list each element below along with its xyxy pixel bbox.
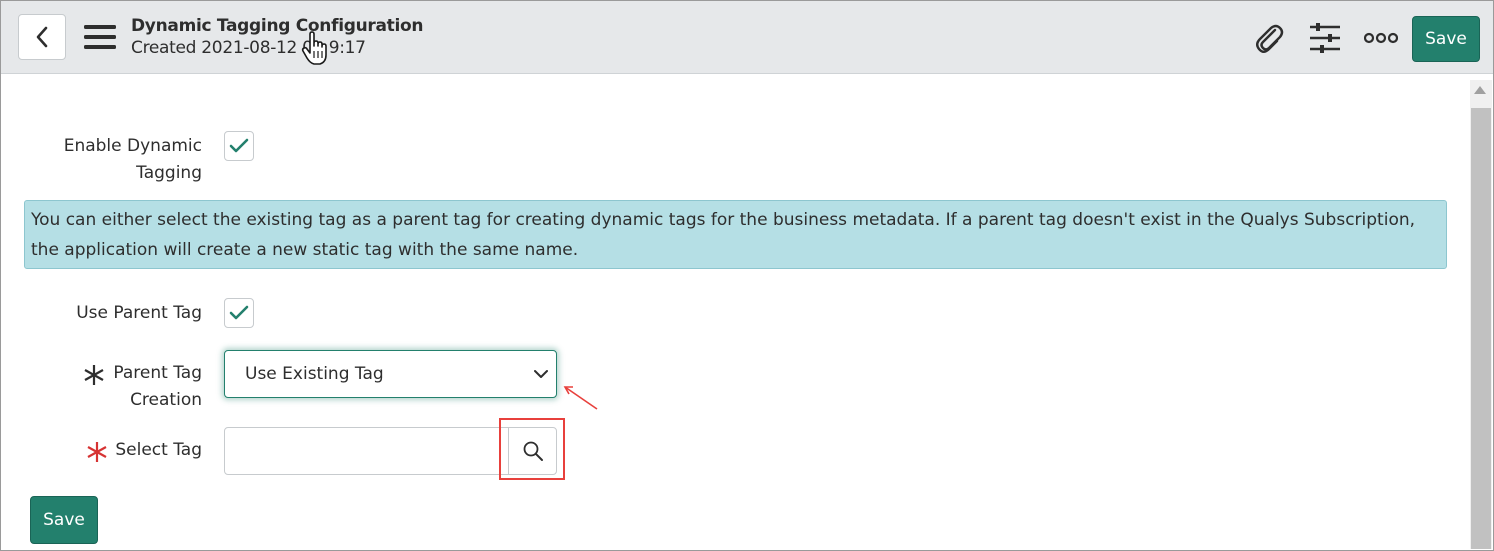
required-asterisk-icon: [87, 442, 107, 462]
form-header: Dynamic Tagging Configuration Created 20…: [1, 1, 1493, 74]
more-options-button[interactable]: [1364, 21, 1398, 55]
more-options-icon: [1364, 32, 1398, 44]
page-subtitle: Created 2021-08-12 0 9:17: [131, 38, 366, 58]
parent-tag-creation-label: Parent Tag Creation: [108, 360, 202, 414]
checkmark-icon: [229, 305, 249, 320]
attachment-button[interactable]: [1252, 21, 1286, 55]
scroll-up-arrow-icon[interactable]: [1474, 86, 1486, 94]
checkmark-icon: [229, 138, 249, 153]
sliders-icon: [1310, 23, 1340, 53]
back-button[interactable]: [18, 14, 66, 60]
mandatory-asterisk-icon: [84, 365, 104, 385]
chevron-down-icon: [534, 370, 548, 378]
select-tag-input[interactable]: [224, 427, 509, 475]
back-arrow-icon: [36, 26, 48, 48]
hamburger-menu-icon[interactable]: [84, 23, 116, 51]
use-parent-tag-checkbox[interactable]: [224, 298, 254, 328]
parent-tag-creation-label-line1: Parent Tag: [113, 363, 202, 383]
enable-dynamic-tagging-label: Enable Dynamic Tagging: [40, 133, 202, 187]
use-parent-tag-label: Use Parent Tag: [76, 303, 202, 323]
annotation-highlight-box: [499, 418, 565, 480]
scrollbar-thumb[interactable]: [1471, 108, 1491, 549]
paperclip-icon: [1256, 24, 1284, 53]
enable-dynamic-tagging-checkbox[interactable]: [224, 131, 254, 161]
select-tag-label: Select Tag: [115, 440, 202, 460]
subtitle-start: Created 2021-08-12 0: [131, 38, 313, 58]
subtitle-end: 9:17: [328, 38, 366, 58]
header-save-button[interactable]: Save: [1412, 16, 1480, 62]
hand-cursor-icon: [301, 31, 327, 65]
annotation-arrow-icon: [563, 386, 598, 410]
enable-dynamic-tagging-label-line2: Tagging: [136, 163, 202, 183]
parent-tag-creation-select[interactable]: Use Existing Tag: [224, 350, 557, 398]
parent-tag-creation-selected-value: Use Existing Tag: [245, 364, 384, 384]
info-message: You can either select the existing tag a…: [24, 200, 1447, 269]
parent-tag-creation-label-line2: Creation: [130, 390, 202, 410]
page-title: Dynamic Tagging Configuration: [131, 16, 424, 36]
enable-dynamic-tagging-label-line1: Enable Dynamic: [63, 136, 202, 156]
personalize-form-button[interactable]: [1308, 21, 1342, 55]
form-save-button[interactable]: Save: [30, 496, 98, 544]
